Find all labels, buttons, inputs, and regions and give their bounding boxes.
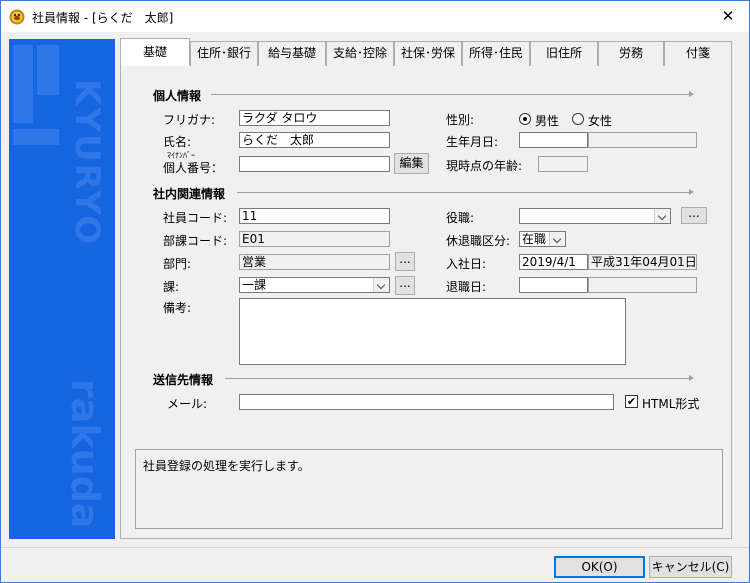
mynumber-edit-button[interactable]: 編集	[394, 153, 429, 174]
furigana-label: フリガナ:	[163, 113, 216, 127]
employee-info-window: 社員情報 - [らくだ 太郎] ✕ KYURYO rakuda 基礎 住所･銀行…	[0, 0, 750, 583]
department-label: 部門:	[163, 257, 192, 271]
retire-date-era-field	[588, 277, 697, 293]
section-title-send: 送信先情報	[153, 373, 214, 387]
footer-divider	[1, 547, 749, 548]
tab-payment-deduction[interactable]: 支給･控除	[326, 41, 394, 66]
section-label: 課:	[163, 280, 180, 294]
watermark-block	[13, 129, 59, 145]
gender-female-label[interactable]: 女性	[588, 112, 612, 129]
ok-button[interactable]: OK(O)	[554, 556, 645, 578]
section-select-value: 一課	[242, 278, 267, 292]
watermark-block	[13, 45, 33, 123]
dept-code-label: 部課コード:	[163, 234, 228, 248]
tab-old-address[interactable]: 旧住所	[530, 41, 598, 66]
chevron-down-icon[interactable]	[654, 209, 670, 223]
section-arrow-icon	[689, 375, 694, 381]
department-field: 営業	[239, 254, 390, 270]
title-bar[interactable]: 社員情報 - [らくだ 太郎] ✕	[1, 1, 749, 32]
birth-date-field[interactable]	[519, 132, 588, 148]
employee-code-field[interactable]: 11	[239, 208, 390, 224]
tab-basic[interactable]: 基礎	[120, 38, 190, 66]
watermark-kyuryo: KYURYO	[67, 79, 107, 247]
close-icon[interactable]: ✕	[715, 5, 741, 27]
current-age-field	[538, 156, 588, 172]
section-title-personal: 個人情報	[153, 89, 202, 103]
employee-code-label: 社員コード:	[163, 211, 228, 225]
sidebar-band: KYURYO rakuda	[9, 39, 115, 539]
window-title: 社員情報 - [らくだ 太郎]	[32, 11, 174, 25]
gender-male-radio[interactable]	[519, 113, 531, 125]
notes-label: 備考:	[163, 301, 192, 315]
tab-salary-basic[interactable]: 給与基礎	[258, 41, 326, 66]
department-browse-button[interactable]: ...	[395, 252, 415, 271]
section-divider	[211, 94, 689, 95]
retire-date-field[interactable]	[519, 277, 588, 293]
app-icon	[9, 9, 25, 25]
gender-male-label[interactable]: 男性	[535, 112, 559, 129]
section-divider	[237, 192, 689, 193]
join-date-field[interactable]: 2019/4/1	[519, 254, 588, 270]
position-browse-button[interactable]: ...	[681, 207, 707, 224]
email-label: メール:	[167, 397, 208, 411]
current-age-label: 現時点の年齢:	[446, 159, 523, 173]
leave-status-select[interactable]: 在職	[519, 231, 566, 247]
position-label: 役職:	[446, 211, 475, 225]
name-label: 氏名:	[163, 135, 192, 149]
retire-date-label: 退職日:	[446, 280, 487, 294]
tab-labor[interactable]: 労務	[598, 41, 664, 66]
dept-code-field: E01	[239, 231, 390, 247]
section-arrow-icon	[689, 91, 694, 97]
chevron-down-icon[interactable]	[373, 278, 389, 292]
join-date-era-field: 平成31年04月01日	[588, 254, 697, 270]
name-field[interactable]: らくだ 太郎	[239, 132, 390, 148]
join-date-label: 入社日:	[446, 257, 487, 271]
section-divider	[225, 378, 689, 379]
position-select[interactable]	[519, 208, 671, 224]
mynumber-label: 個人番号：	[163, 161, 224, 175]
gender-label: 性別:	[446, 113, 475, 127]
watermark-rakuda: rakuda	[63, 379, 107, 529]
furigana-field[interactable]: ラクダ タロウ	[239, 110, 390, 126]
email-field[interactable]	[239, 394, 614, 410]
status-message: 社員登録の処理を実行します。	[143, 459, 310, 473]
gender-female-radio[interactable]	[572, 113, 584, 125]
html-format-label[interactable]: HTML形式	[642, 395, 699, 412]
section-browse-button[interactable]: ...	[395, 276, 415, 295]
birth-date-label: 生年月日:	[446, 135, 499, 149]
section-select[interactable]: 一課	[239, 277, 390, 293]
section-arrow-icon	[689, 189, 694, 195]
tab-address-bank[interactable]: 住所･銀行	[190, 41, 258, 66]
tab-social-insurance[interactable]: 社保･労保	[394, 41, 462, 66]
birth-date-era-field	[588, 132, 697, 148]
leave-status-label: 休退職区分:	[446, 234, 511, 248]
leave-status-value: 在職	[522, 232, 547, 246]
chevron-down-icon[interactable]	[549, 232, 565, 246]
tab-sticky-note[interactable]: 付箋	[664, 41, 732, 66]
html-format-checkbox[interactable]: ✔	[625, 395, 638, 408]
notes-textarea[interactable]	[239, 298, 626, 365]
watermark-block	[37, 45, 59, 95]
section-title-company: 社内関連情報	[153, 187, 226, 201]
tab-income-resident[interactable]: 所得･住民	[462, 41, 530, 66]
cancel-button[interactable]: キャンセル(C)	[649, 556, 732, 578]
status-message-box: 社員登録の処理を実行します。	[135, 449, 723, 529]
mynumber-field[interactable]	[239, 156, 390, 172]
